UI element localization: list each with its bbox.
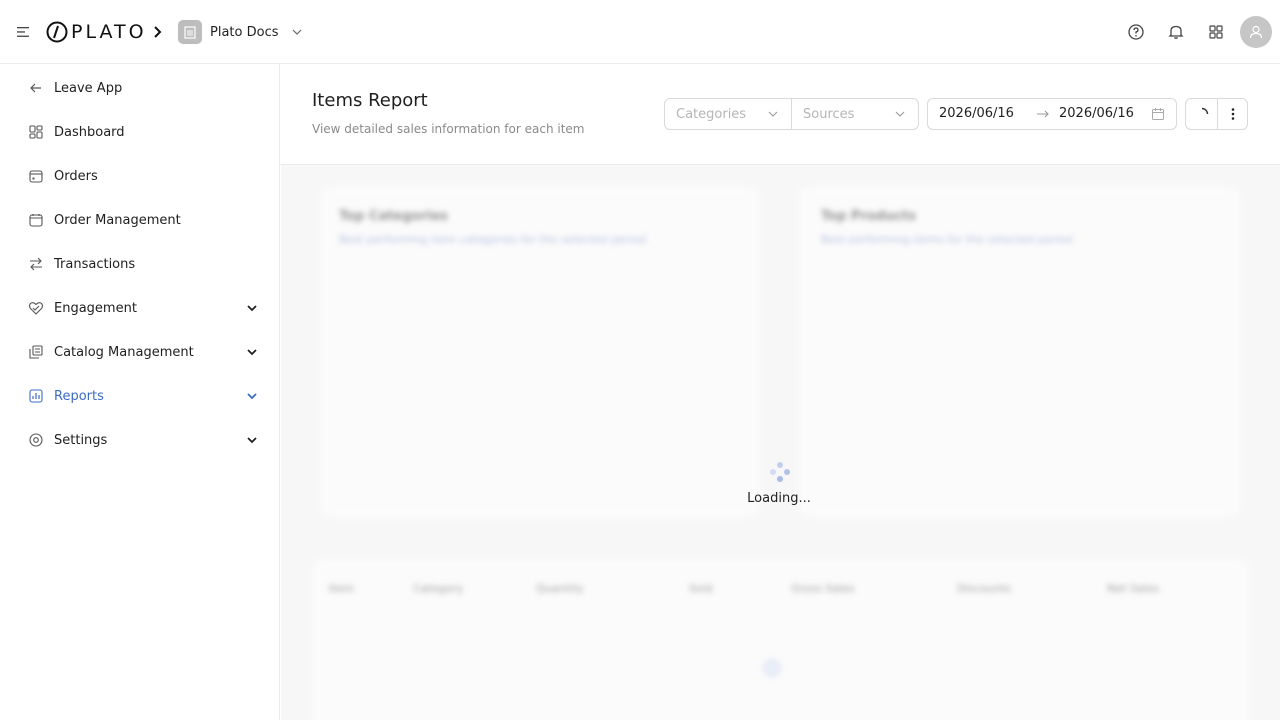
- sidebar-item-label: Orders: [54, 168, 98, 184]
- card-title: Top Products: [821, 209, 916, 224]
- refresh-button[interactable]: [1186, 99, 1218, 129]
- table-header-cell: Gross Sales: [791, 582, 855, 595]
- loading-overlay-blur: Top Categories Best performing item cate…: [281, 165, 1280, 720]
- settings-icon: [29, 433, 43, 447]
- card-subtitle: Best performing item categories for the …: [339, 233, 646, 246]
- chevron-down-icon: [895, 111, 905, 117]
- action-buttons: [1185, 98, 1248, 130]
- sidebar-item-label: Transactions: [54, 256, 136, 272]
- loading-spinner-icon: [770, 462, 790, 482]
- transactions-icon: [30, 257, 42, 271]
- chart-card-top-categories: Top Categories Best performing item cate…: [321, 187, 759, 517]
- orders-icon: [29, 170, 43, 183]
- user-icon: [1249, 25, 1263, 39]
- loading-indicator: Loading...: [719, 461, 839, 521]
- sidebar-item-order-management[interactable]: Order Management: [0, 200, 279, 240]
- table-header-cell: Item: [329, 582, 355, 595]
- categories-placeholder: Categories: [676, 106, 747, 122]
- sidebar-item-label: Engagement: [54, 300, 137, 316]
- table-header-cell: Category: [413, 582, 464, 595]
- sidebar-item-leave-app[interactable]: Leave App: [0, 68, 279, 108]
- table-header-cell: Net Sales: [1107, 582, 1160, 595]
- filter-group: Categories Sources: [664, 98, 919, 130]
- apps-grid-icon[interactable]: [1206, 22, 1226, 42]
- workspace-avatar: [178, 20, 202, 44]
- top-bar: PLATO Plato Docs: [0, 0, 1280, 64]
- chevron-down-icon: [247, 393, 257, 400]
- sidebar-item-settings[interactable]: Settings: [0, 420, 279, 460]
- date-range-picker[interactable]: 2026/06/16 2026/06/16: [927, 98, 1177, 130]
- page-subtitle: View detailed sales information for each…: [312, 122, 585, 136]
- reports-icon: [29, 389, 43, 403]
- menu-icon[interactable]: [16, 24, 32, 40]
- table-header-cell: Quantity: [536, 582, 584, 595]
- page-header: Items Report View detailed sales informa…: [280, 64, 1280, 165]
- logo-icon: [46, 21, 68, 43]
- sidebar-item-reports[interactable]: Reports: [0, 376, 279, 416]
- categories-select[interactable]: Categories: [665, 99, 792, 129]
- spinner-icon: [762, 658, 782, 678]
- sidebar-item-dashboard[interactable]: Dashboard: [0, 112, 279, 152]
- sidebar-item-catalog-management[interactable]: Catalog Management: [0, 332, 279, 372]
- arrow-left-icon: [30, 83, 41, 93]
- more-options-button[interactable]: [1218, 99, 1247, 129]
- chevron-right-icon: [154, 26, 162, 38]
- sidebar: Leave App Dashboard Orders Order Managem…: [0, 64, 280, 720]
- sidebar-item-label: Order Management: [54, 212, 181, 228]
- calendar-icon: [1152, 108, 1164, 120]
- workspace-switcher[interactable]: Plato Docs: [178, 19, 303, 45]
- chevron-down-icon: [768, 111, 778, 117]
- chevron-down-icon: [247, 305, 257, 312]
- order-management-icon: [29, 214, 43, 227]
- sidebar-item-label: Leave App: [54, 80, 123, 96]
- chevron-down-icon: [247, 437, 257, 444]
- card-title: Top Categories: [339, 209, 448, 224]
- date-range-start[interactable]: 2026/06/16: [939, 106, 1014, 121]
- dashboard-icon: [29, 125, 43, 139]
- sources-select[interactable]: Sources: [792, 99, 918, 129]
- table-header-cell: Sold: [689, 582, 713, 595]
- building-icon: [184, 26, 196, 39]
- brand-name: PLATO: [71, 21, 147, 43]
- page-title: Items Report: [312, 90, 428, 111]
- spinner-icon: [1201, 107, 1208, 115]
- sidebar-item-label: Dashboard: [54, 124, 125, 140]
- bell-icon[interactable]: [1166, 22, 1186, 42]
- sidebar-item-label: Settings: [54, 432, 108, 448]
- arrow-right-icon: [1037, 110, 1049, 118]
- chart-card-top-products: Top Products Best performing items for t…: [799, 187, 1240, 517]
- card-subtitle: Best performing items for the selected p…: [821, 233, 1073, 246]
- engagement-icon: [28, 302, 44, 315]
- sidebar-item-label: Catalog Management: [54, 344, 194, 360]
- workspace-name: Plato Docs: [210, 24, 279, 40]
- help-icon[interactable]: [1126, 22, 1146, 42]
- table-header-cell: Discounts: [957, 582, 1012, 595]
- loading-text: Loading...: [747, 491, 811, 506]
- chevron-down-icon: [292, 29, 301, 35]
- brand-logo[interactable]: PLATO: [46, 20, 147, 44]
- sidebar-item-label: Reports: [54, 388, 104, 404]
- user-avatar[interactable]: [1240, 16, 1272, 48]
- sidebar-item-orders[interactable]: Orders: [0, 156, 279, 196]
- date-range-end[interactable]: 2026/06/16: [1059, 106, 1134, 121]
- sources-placeholder: Sources: [803, 106, 855, 122]
- sidebar-item-engagement[interactable]: Engagement: [0, 288, 279, 328]
- chevron-down-icon: [247, 349, 257, 356]
- catalog-icon: [29, 345, 43, 359]
- more-vertical-icon: [1231, 108, 1234, 120]
- sidebar-item-transactions[interactable]: Transactions: [0, 244, 279, 284]
- report-content: Top Categories Best performing item cate…: [281, 165, 1280, 720]
